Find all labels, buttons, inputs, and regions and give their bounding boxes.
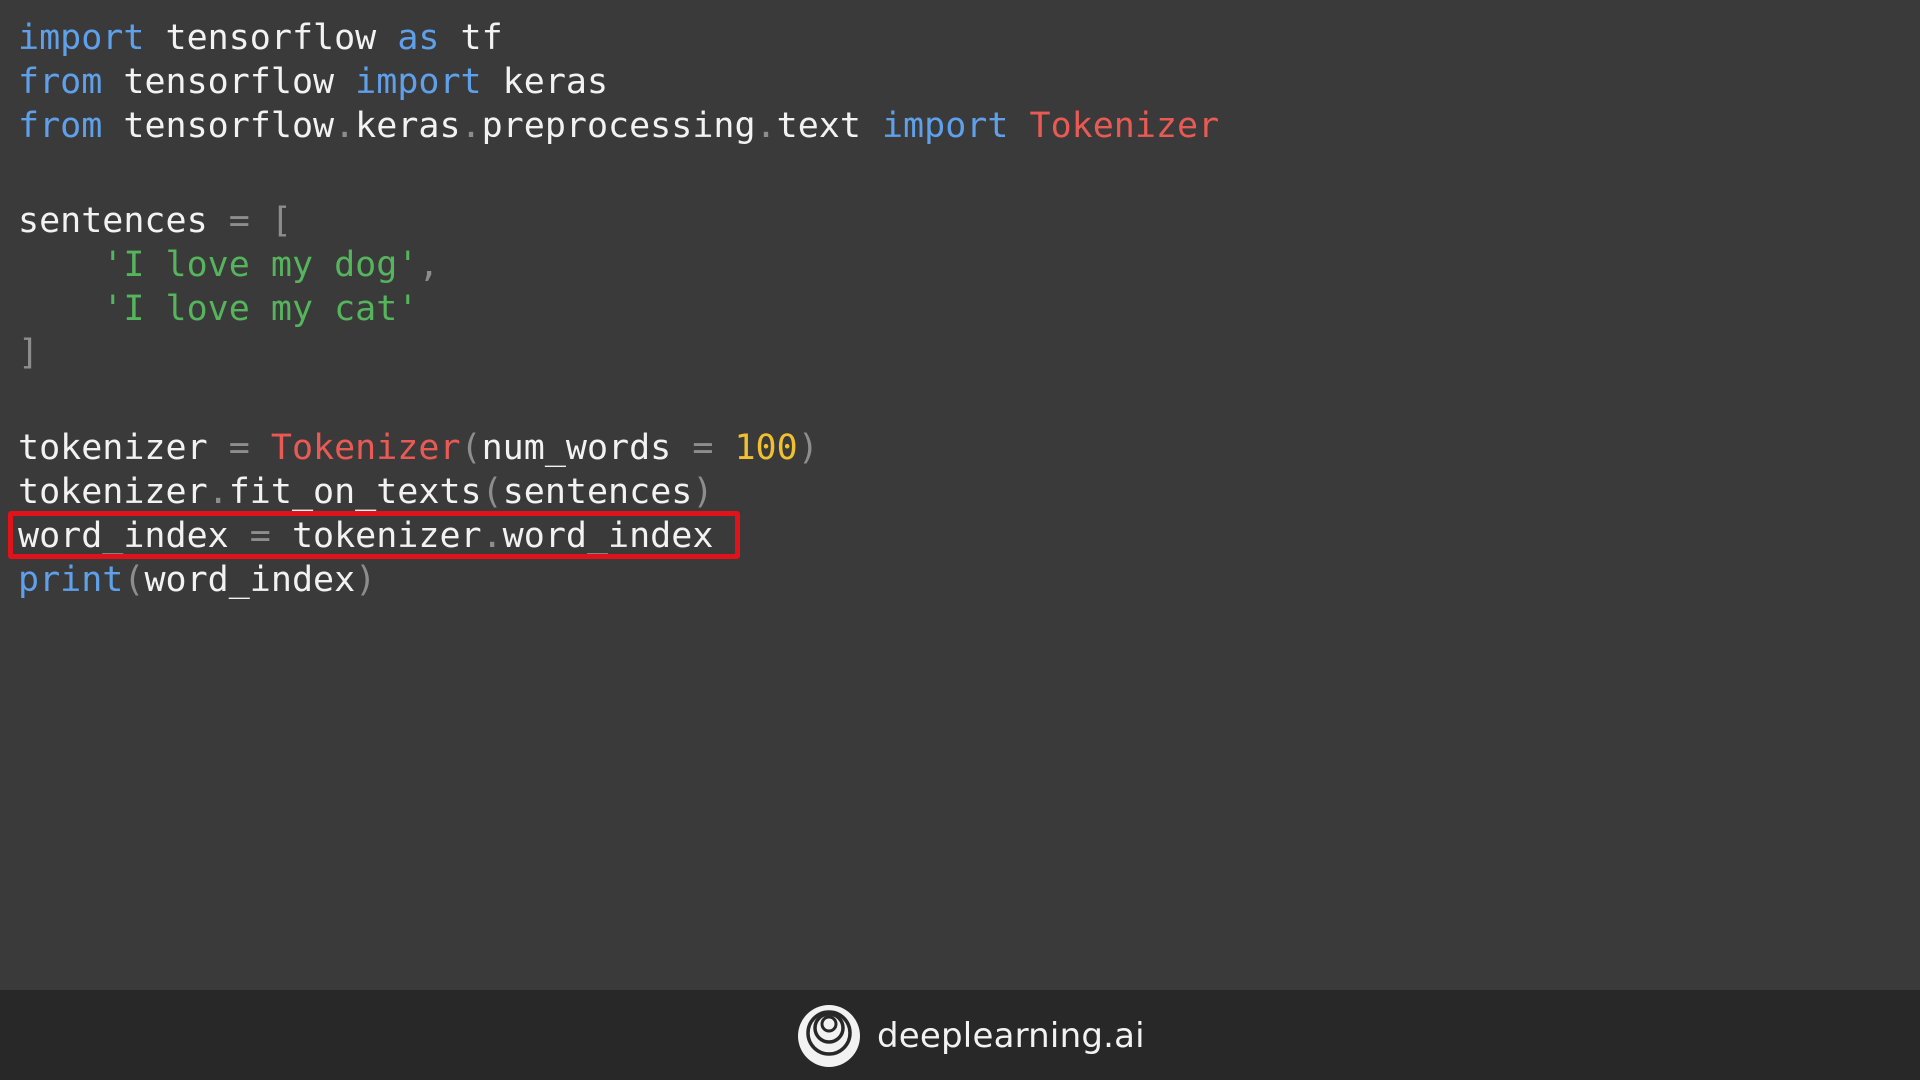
keyword: from <box>18 62 103 102</box>
deeplearning-ai-logo-icon <box>798 1005 860 1067</box>
operator: ) <box>797 428 819 468</box>
code-line: from tensorflow.keras.preprocessing.text… <box>18 104 1219 148</box>
code-line: tokenizer = Tokenizer(num_words = 100) <box>18 426 1219 470</box>
code-text: keras <box>355 106 461 146</box>
code-line: 'I love my dog', <box>18 243 1219 287</box>
code-text: keras <box>481 62 609 102</box>
code-line: tokenizer.fit_on_texts(sentences) <box>18 470 1219 514</box>
number-literal: 100 <box>734 428 798 468</box>
slide-content: import tensorflow as tf from tensorflow i… <box>0 0 1920 990</box>
keyword: print <box>18 560 124 600</box>
code-text: word_index <box>18 516 250 556</box>
keyword: import <box>881 106 1009 146</box>
code-line: from tensorflow import keras <box>18 60 1219 104</box>
code-line: 'I love my cat' <box>18 287 1219 331</box>
operator: ( <box>460 428 482 468</box>
code-text: tensorflow <box>102 106 335 146</box>
operator: . <box>334 106 356 146</box>
operator: ) <box>355 560 377 600</box>
code-text: fit_on_texts <box>228 472 482 512</box>
operator: . <box>460 106 482 146</box>
operator: = <box>692 428 714 468</box>
code-text: text <box>776 106 882 146</box>
brand: deeplearning.ai <box>797 1004 1145 1068</box>
code-text: tf <box>439 18 503 58</box>
operator: ( <box>123 560 145 600</box>
string-literal: 'I love my cat' <box>102 289 419 329</box>
keyword: import <box>18 18 145 58</box>
keyword: as <box>397 18 440 58</box>
code-line: sentences = [ <box>18 199 1219 243</box>
code-text: num_words <box>481 428 693 468</box>
keyword: from <box>18 106 103 146</box>
operator: [ <box>270 201 292 241</box>
class-name: Tokenizer <box>270 428 461 468</box>
operator: ( <box>481 472 503 512</box>
code-text: tokenizer <box>270 516 482 556</box>
code-line: import tensorflow as tf <box>18 16 1219 60</box>
code-text: sentences <box>18 201 229 241</box>
operator: , <box>418 245 440 285</box>
code-text: word_index <box>144 560 356 600</box>
operator: . <box>481 516 503 556</box>
operator: . <box>755 106 777 146</box>
operator: ] <box>18 333 40 373</box>
string-literal: 'I love my dog' <box>102 245 419 285</box>
code-text: tokenizer <box>18 428 229 468</box>
code-text: tensorflow <box>144 18 398 58</box>
operator: = <box>249 516 271 556</box>
code-block: import tensorflow as tf from tensorflow i… <box>8 16 1219 602</box>
brand-name: deeplearning.ai <box>877 1016 1145 1056</box>
code-text: word_index <box>502 516 714 556</box>
code-text: tensorflow <box>102 62 356 102</box>
operator: . <box>207 472 229 512</box>
code-line: word_index = tokenizer.word_index <box>8 511 1219 559</box>
operator: ) <box>692 472 714 512</box>
code-line: ] <box>18 331 1219 375</box>
footer-bar: deeplearning.ai <box>0 990 1920 1080</box>
operator: = <box>228 428 250 468</box>
code-line: print(word_index) <box>18 558 1219 602</box>
class-name: Tokenizer <box>1029 106 1220 146</box>
code-text: tokenizer <box>18 472 208 512</box>
code-text: sentences <box>502 472 693 512</box>
keyword: import <box>355 62 482 102</box>
operator: = <box>228 201 250 241</box>
code-text: preprocessing <box>481 106 756 146</box>
